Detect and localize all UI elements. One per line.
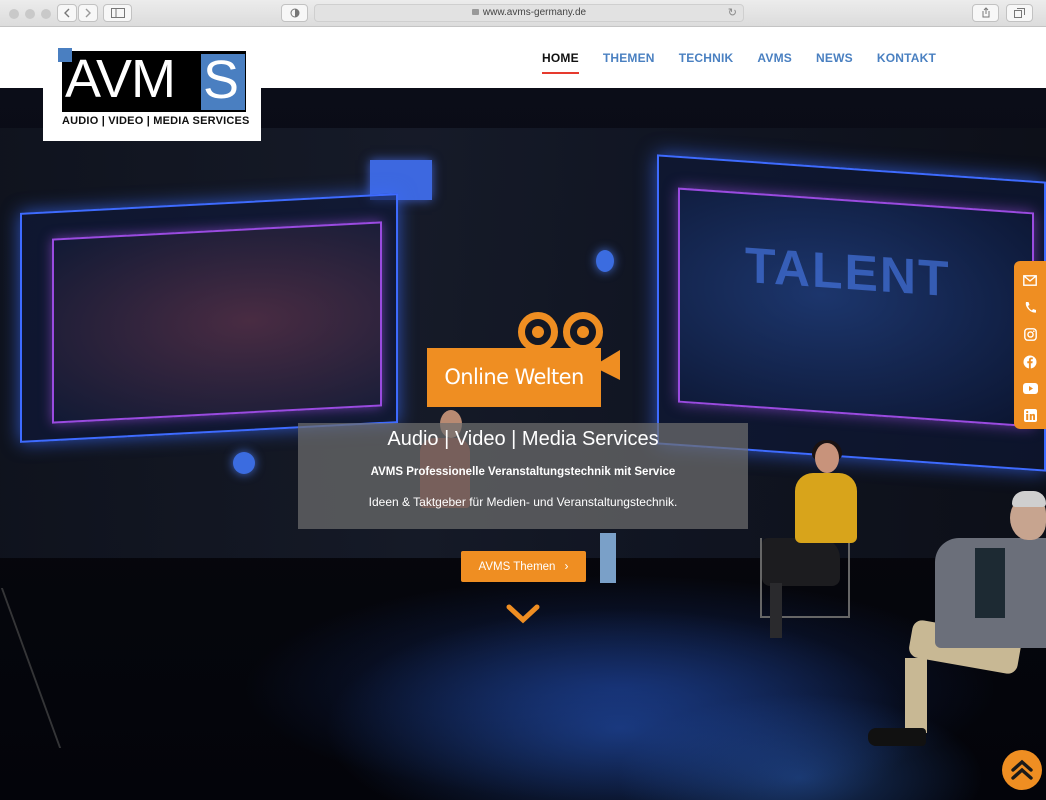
person-head: [815, 443, 839, 473]
cta-label: AVMS Themen: [478, 561, 556, 573]
nav-themen[interactable]: THEMEN: [603, 51, 655, 65]
mail-icon[interactable]: [1014, 267, 1046, 294]
blue-light: [596, 250, 614, 272]
person-leg: [770, 583, 782, 638]
facebook-icon[interactable]: [1014, 348, 1046, 375]
url-text: www.avms-germany.de: [482, 7, 587, 18]
chevron-right-icon: ›: [564, 559, 569, 573]
double-chevron-up-icon: [1011, 759, 1033, 780]
phone-icon[interactable]: [1014, 294, 1046, 321]
tabs-icon: [1014, 8, 1025, 18]
nav-kontakt[interactable]: KONTAKT: [877, 51, 936, 65]
social-sidebar: [1014, 261, 1046, 429]
main-nav: HOME THEMEN TECHNIK AVMS NEWS KONTAKT: [542, 51, 960, 74]
window-zoom-button[interactable]: [41, 9, 51, 19]
camera-lens-icon: [600, 350, 620, 380]
nav-news[interactable]: NEWS: [816, 51, 853, 65]
person-skirt: [762, 538, 840, 586]
camera-reel-hub: [532, 326, 544, 338]
tabs-button[interactable]: [1006, 4, 1033, 22]
reload-icon[interactable]: ↻: [728, 5, 737, 21]
logo-s-block: S: [201, 50, 245, 110]
share-button[interactable]: [972, 4, 999, 22]
logo-tagline: AUDIO | VIDEO | MEDIA SERVICES: [62, 115, 250, 127]
nav-technik[interactable]: TECHNIK: [679, 51, 734, 65]
privacy-button[interactable]: [281, 4, 308, 22]
share-icon: [982, 7, 989, 18]
lock-icon: [471, 9, 479, 15]
hero-subtitle: AVMS Professionelle Veranstaltungstechni…: [370, 466, 676, 478]
linkedin-icon[interactable]: [1014, 402, 1046, 429]
back-to-top-button[interactable]: [1002, 750, 1042, 790]
hero-text: Ideen & Taktgeber für Medien- und Verans…: [368, 495, 678, 509]
browser-toolbar: www.avms-germany.de ↻: [0, 0, 1046, 27]
badge-label: Online Welten: [444, 365, 584, 389]
window-minimize-button[interactable]: [25, 9, 35, 19]
scroll-down-icon[interactable]: [506, 603, 540, 625]
nav-avms[interactable]: AVMS: [757, 51, 792, 65]
person-shin: [905, 658, 927, 733]
sidebar-icon: [110, 8, 125, 18]
blue-light: [233, 452, 255, 474]
person-shirt: [975, 548, 1005, 618]
shield-icon: [290, 8, 299, 18]
address-bar[interactable]: www.avms-germany.de ↻: [314, 4, 744, 22]
led-screen-right-inner: [678, 187, 1034, 428]
person-yellow-blouse: [795, 473, 857, 543]
back-button[interactable]: [57, 4, 77, 22]
sidebar-button[interactable]: [103, 4, 132, 22]
logo-letters: AVM: [65, 49, 176, 109]
avms-themen-button[interactable]: AVMS Themen ›: [461, 551, 586, 582]
person-shoe: [868, 728, 926, 746]
camera-reel-hub: [577, 326, 589, 338]
forward-button[interactable]: [78, 4, 98, 22]
hero-info-box: Audio | Video | Media Services AVMS Prof…: [298, 423, 748, 529]
avms-logo[interactable]: AVM S AUDIO | VIDEO | MEDIA SERVICES: [43, 42, 261, 141]
youtube-icon[interactable]: [1014, 375, 1046, 402]
person-hair: [1012, 491, 1046, 507]
chevron-left-icon: [64, 8, 70, 18]
logo-letter-s: S: [203, 50, 240, 110]
led-screen-left-inner: [52, 221, 382, 424]
person-jeans: [600, 533, 616, 583]
window-close-button[interactable]: [9, 9, 19, 19]
online-welten-badge: Online Welten: [427, 348, 601, 407]
nav-home[interactable]: HOME: [542, 51, 579, 74]
chevron-right-icon: [85, 8, 91, 18]
instagram-icon[interactable]: [1014, 321, 1046, 348]
hero-title: Audio | Video | Media Services: [387, 428, 659, 450]
